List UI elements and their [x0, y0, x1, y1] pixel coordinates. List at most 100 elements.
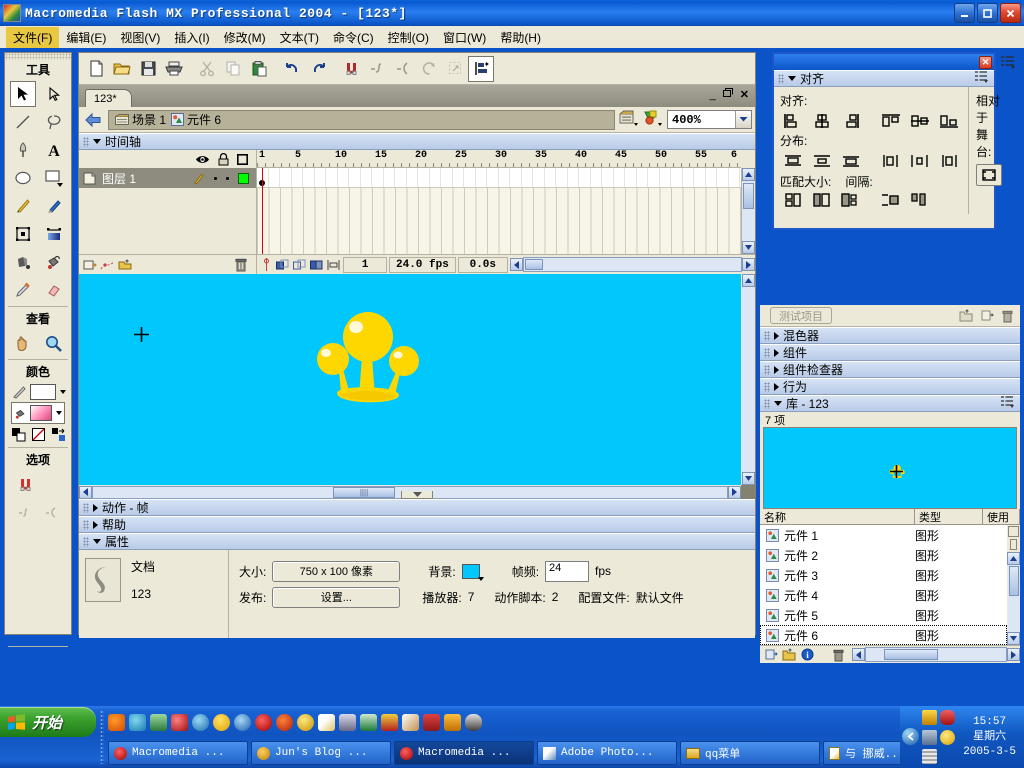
- straighten-curve-icon[interactable]: [390, 56, 416, 82]
- qq-penguin-icon[interactable]: [465, 713, 482, 731]
- expand-triangle-icon[interactable]: [774, 382, 779, 391]
- tool-text[interactable]: A: [41, 137, 67, 163]
- scroll-right-arrow-icon[interactable]: [1007, 648, 1020, 661]
- maximize-button[interactable]: [977, 3, 998, 23]
- panel-options-icon[interactable]: [975, 71, 989, 86]
- actions-panel-header[interactable]: 动作 - 帧: [79, 499, 755, 516]
- taskbar-button[interactable]: qq菜单: [680, 741, 820, 765]
- chat-icon[interactable]: [129, 713, 146, 731]
- align-left-icon[interactable]: [780, 111, 806, 131]
- scroll-left-arrow-icon[interactable]: [852, 648, 865, 661]
- flash-icon[interactable]: [255, 713, 272, 731]
- fps-field[interactable]: 24.0 fps: [389, 256, 456, 273]
- splitter-collapse-handle[interactable]: [401, 491, 433, 499]
- settings-gear-icon[interactable]: [297, 713, 314, 731]
- no-color-icon[interactable]: [31, 427, 46, 442]
- swap-colors-icon[interactable]: [51, 427, 66, 442]
- library-panel-header[interactable]: 库 - 123: [760, 395, 1020, 412]
- scroll-down-arrow-icon[interactable]: [1007, 632, 1020, 645]
- pencil-edit-icon[interactable]: [193, 172, 205, 185]
- expand-triangle-icon[interactable]: [93, 520, 98, 529]
- tool-ink-bottle[interactable]: [10, 249, 36, 275]
- space-evenly-vertical-icon[interactable]: [878, 190, 904, 210]
- library-row[interactable]: 元件 5 图形: [760, 605, 1007, 625]
- column-type[interactable]: 类型: [915, 509, 983, 524]
- align-panel-header[interactable]: 对齐: [774, 70, 994, 87]
- edit-multiple-frames-icon[interactable]: [309, 258, 324, 272]
- copy-icon[interactable]: [220, 56, 246, 82]
- onion-skin-icon[interactable]: [275, 258, 290, 272]
- tool-pencil[interactable]: [10, 193, 36, 219]
- panel-grip[interactable]: [83, 502, 89, 513]
- tool-paint-bucket[interactable]: [41, 249, 67, 275]
- tool-zoom-magnifier[interactable]: [41, 330, 67, 356]
- menu-window[interactable]: 窗口(W): [436, 27, 493, 48]
- winzip-icon[interactable]: [339, 713, 356, 731]
- collapse-triangle-icon[interactable]: [93, 539, 101, 544]
- menu-control[interactable]: 控制(O): [381, 27, 436, 48]
- eye-icon[interactable]: [195, 154, 210, 165]
- paste-icon[interactable]: [246, 56, 272, 82]
- layer-outline-color[interactable]: [238, 172, 249, 184]
- align-top-icon[interactable]: [878, 111, 904, 131]
- tool-selection-arrow[interactable]: [9, 81, 36, 107]
- menu-view[interactable]: 视图(V): [113, 27, 167, 48]
- qq-penguin-yellow-icon[interactable]: [922, 710, 937, 725]
- chevron-down-icon[interactable]: [735, 111, 751, 128]
- back-arrow-icon[interactable]: [82, 110, 104, 130]
- expand-triangle-icon[interactable]: [774, 365, 779, 374]
- scroll-down-arrow-icon[interactable]: [741, 472, 755, 485]
- lock-orange-icon[interactable]: [444, 713, 461, 731]
- tool-fill-transform[interactable]: [41, 221, 67, 247]
- panel-grip[interactable]: [764, 364, 770, 375]
- excel-icon[interactable]: [360, 713, 377, 731]
- tool-pen[interactable]: [10, 137, 36, 163]
- onion-skin-outlines-icon[interactable]: [292, 258, 307, 272]
- library-row[interactable]: 元件 2 图形: [760, 545, 1007, 565]
- stage-splitter[interactable]: [79, 491, 755, 500]
- print-icon[interactable]: [161, 56, 187, 82]
- black-white-icon[interactable]: [11, 427, 26, 442]
- collapse-triangle-icon[interactable]: [93, 139, 101, 144]
- magnet-snap-icon[interactable]: [338, 56, 364, 82]
- align-icon[interactable]: [468, 55, 494, 82]
- menu-text[interactable]: 文本(T): [273, 27, 326, 48]
- timeline-panel-header[interactable]: 时间轴: [79, 133, 755, 150]
- library-row[interactable]: 元件 1 图形: [760, 525, 1007, 545]
- library-row[interactable]: 元件 3 图形: [760, 565, 1007, 585]
- menu-insert[interactable]: 插入(I): [167, 27, 216, 48]
- help-panel-header[interactable]: 帮助: [79, 516, 755, 533]
- redo-arrow-icon[interactable]: [305, 56, 331, 82]
- playhead[interactable]: [262, 168, 263, 254]
- close-icon[interactable]: ✕: [979, 55, 992, 69]
- taskbar-button[interactable]: Jun's Blog ...: [251, 741, 391, 765]
- panel-component-inspector[interactable]: 组件检查器: [760, 361, 1020, 378]
- minimize-button[interactable]: [954, 3, 975, 23]
- panel-grip[interactable]: [764, 381, 770, 392]
- person-red-icon[interactable]: [423, 713, 440, 731]
- stage-canvas[interactable]: [79, 274, 741, 485]
- collapse-triangle-icon[interactable]: [774, 401, 782, 406]
- zoom-select[interactable]: 400%: [667, 110, 752, 129]
- panel-grip[interactable]: [83, 536, 89, 547]
- library-vertical-scrollbar[interactable]: [1007, 525, 1020, 645]
- menu-help[interactable]: 帮助(H): [493, 27, 548, 48]
- expand-triangle-icon[interactable]: [774, 348, 779, 357]
- visibility-dot[interactable]: [214, 176, 217, 180]
- match-width-icon[interactable]: [780, 190, 806, 210]
- delete-trash-icon[interactable]: [1001, 309, 1014, 323]
- menu-file[interactable]: 文件(F): [6, 26, 60, 48]
- menu-modify[interactable]: 修改(M): [217, 27, 273, 48]
- start-button[interactable]: 开始: [0, 707, 96, 737]
- add-motion-guide-icon[interactable]: [100, 258, 115, 272]
- open-folder-icon[interactable]: [109, 56, 135, 82]
- breadcrumb-item-scene[interactable]: 场景 1: [115, 111, 166, 128]
- tool-lasso[interactable]: [41, 109, 67, 135]
- dock-options-icon[interactable]: [1001, 56, 1016, 72]
- expand-triangle-icon[interactable]: [774, 331, 779, 340]
- panel-grip[interactable]: [764, 398, 770, 409]
- edit-scene-icon[interactable]: [619, 109, 639, 130]
- clock[interactable]: 15:57 星期六 2005-3-5: [963, 715, 1024, 760]
- align-vertical-center-icon[interactable]: [907, 111, 933, 131]
- library-row[interactable]: 元件 6 图形: [760, 625, 1007, 645]
